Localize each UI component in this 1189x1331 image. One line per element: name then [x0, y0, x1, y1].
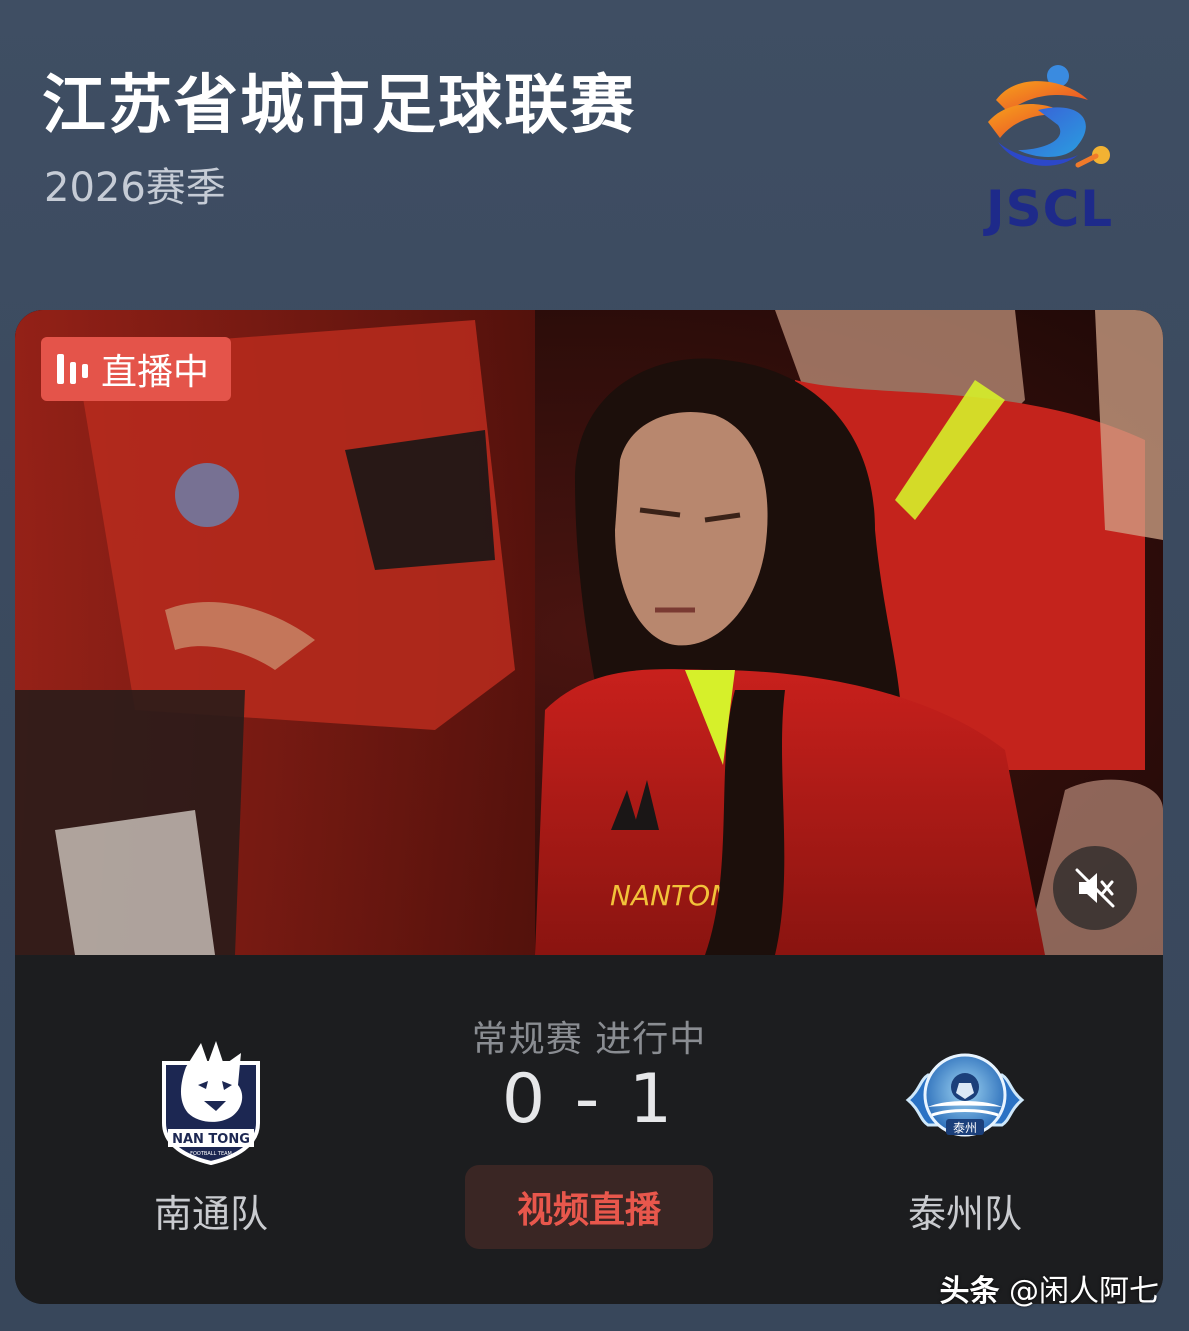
live-label: 直播中: [101, 352, 210, 393]
away-logo-text: 泰州: [953, 1121, 977, 1135]
jscl-logo-text: JSCL: [986, 180, 1114, 238]
away-team-name: 泰州队: [907, 1192, 1022, 1236]
season-label: 2026赛季: [44, 165, 226, 211]
match-card: NANTON 直播中 NAN TONG FOOTBALL TEAM 南通队 常规…: [15, 310, 1163, 1304]
home-logo-subtext: FOOTBALL TEAM: [190, 1151, 232, 1157]
away-team-logo: 泰州: [905, 1053, 1025, 1137]
home-team-name: 南通队: [153, 1192, 268, 1236]
jersey-text: NANTON: [610, 879, 731, 912]
page: 江苏省城市足球联赛 2026赛季 JSCL NANTON 直播中 NAN TON…: [0, 0, 1189, 1331]
video-frame: NANTON: [15, 310, 1163, 955]
watermark-brand: 头条: [939, 1274, 1000, 1309]
watch-live-button[interactable]: 视频直播: [465, 1165, 713, 1249]
score-panel: NAN TONG FOOTBALL TEAM 南通队 常规赛 进行中 0 - 1…: [15, 955, 1163, 1304]
live-badge: 直播中: [41, 337, 231, 401]
away-team[interactable]: 泰州 泰州队: [835, 1035, 1095, 1238]
watermark: 头条 @闲人阿七: [939, 1266, 1159, 1310]
mute-button[interactable]: [1053, 846, 1137, 930]
watermark-author: @闲人阿七: [1009, 1274, 1159, 1309]
league-title: 江苏省城市足球联赛: [42, 69, 636, 143]
live-bars-icon: [57, 354, 88, 384]
live-video-player[interactable]: NANTON 直播中: [15, 310, 1163, 955]
volume-mute-icon: [1075, 868, 1115, 908]
